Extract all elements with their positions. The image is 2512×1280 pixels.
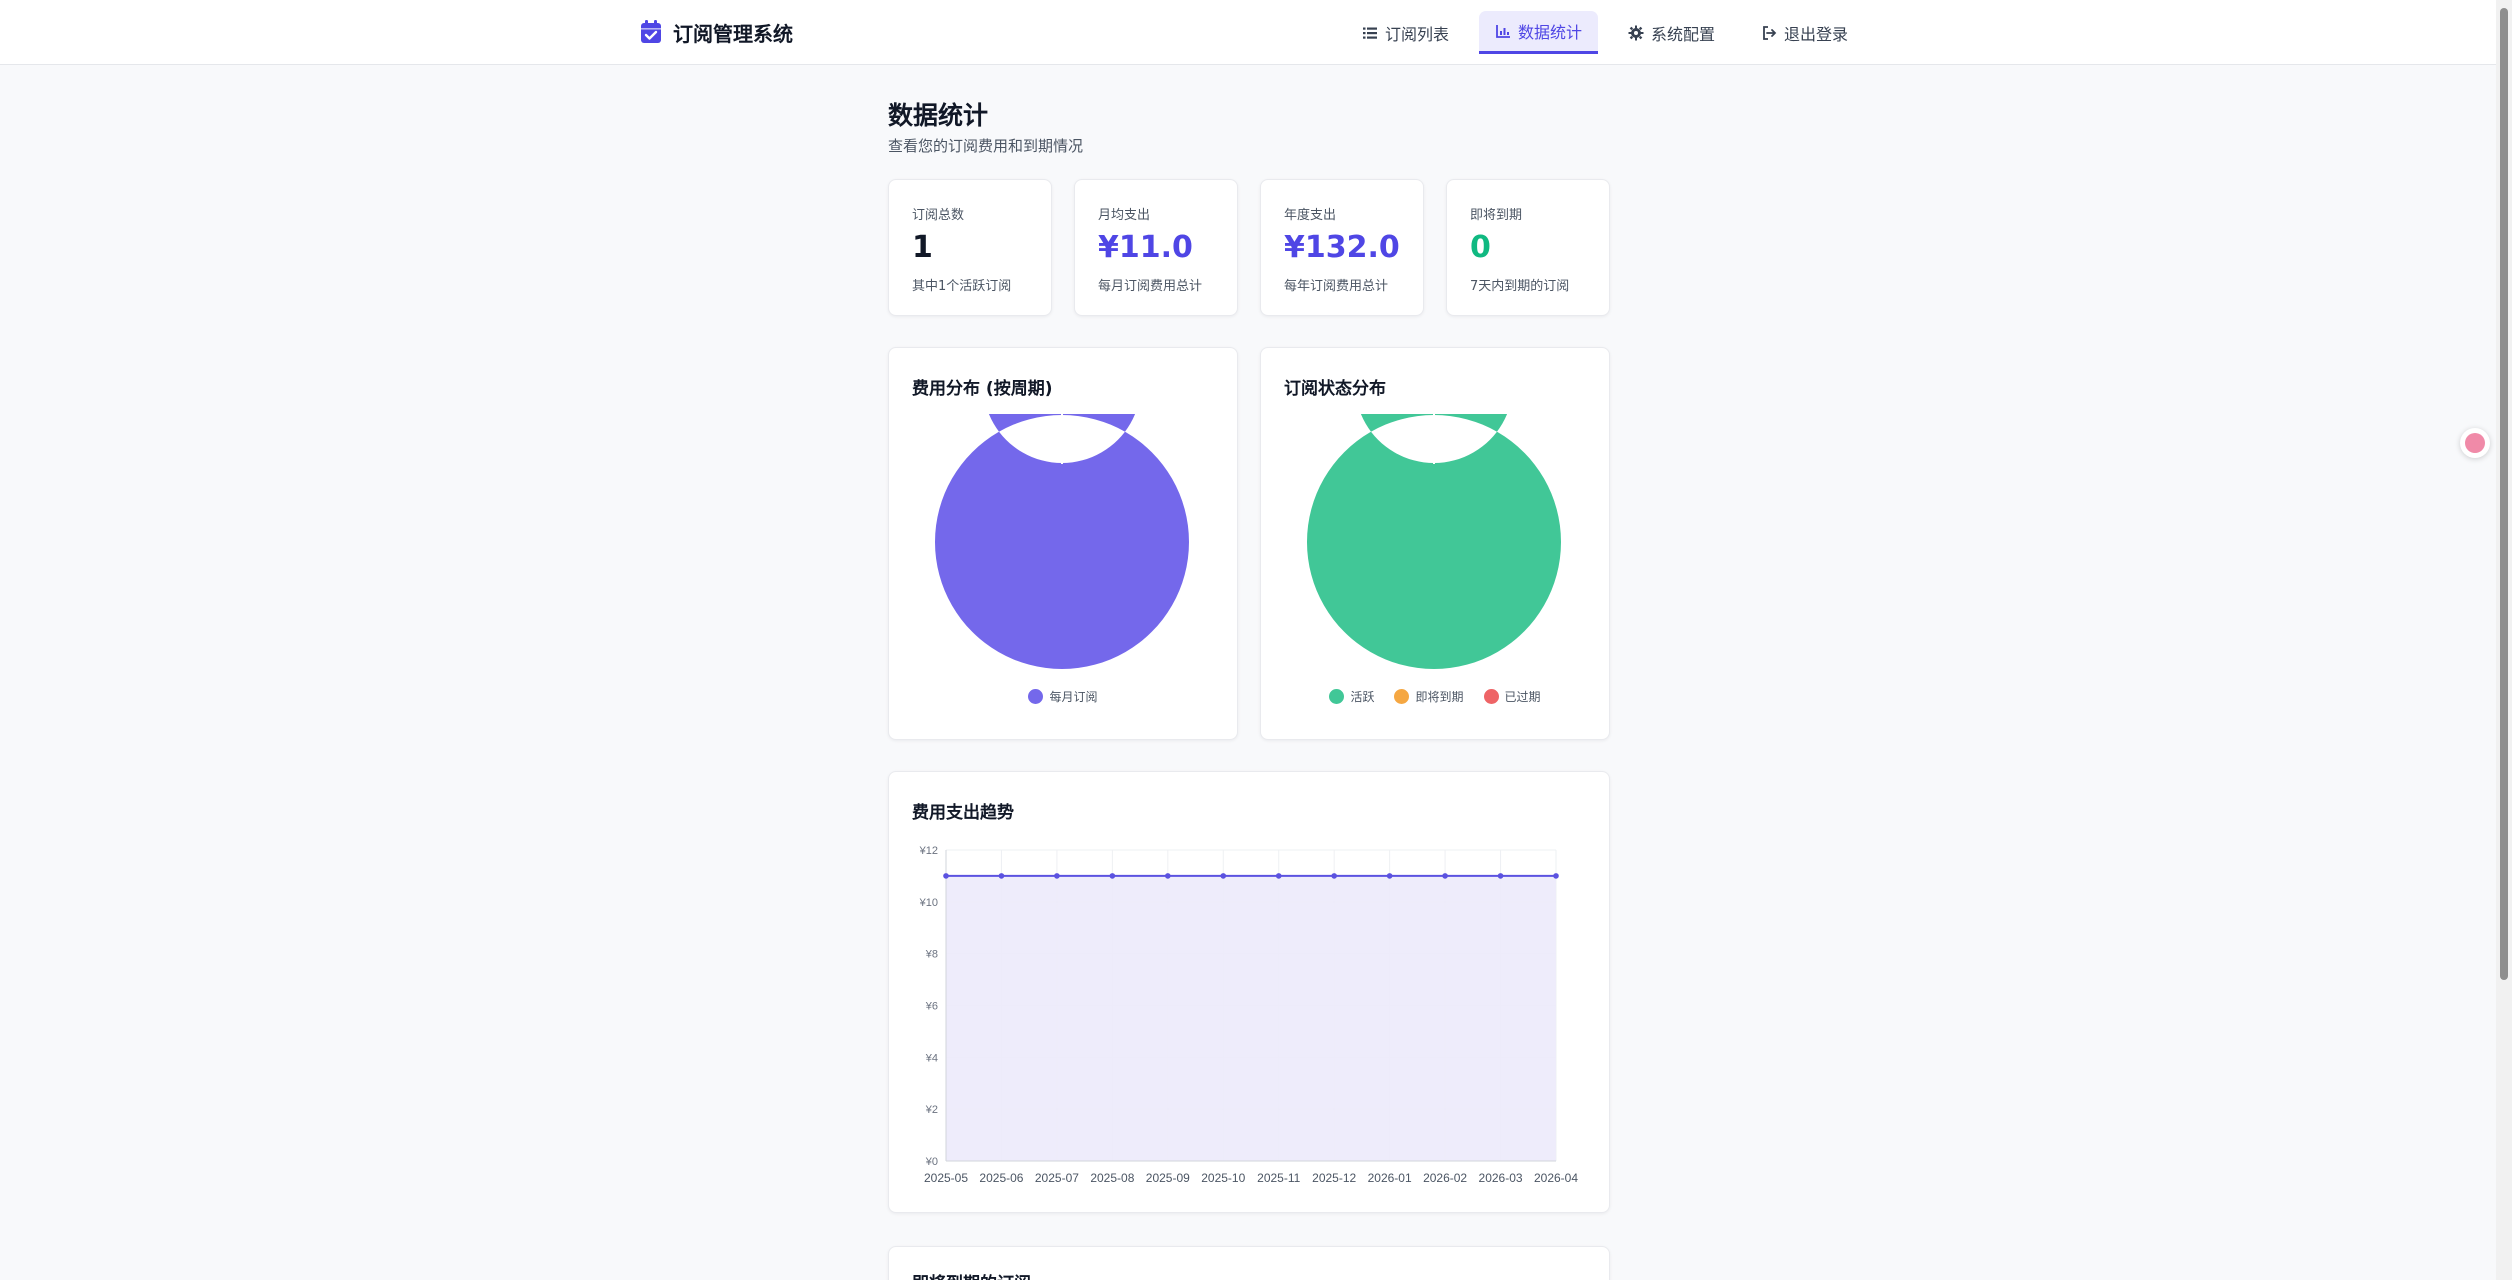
legend-swatch — [1483, 689, 1499, 704]
stat-desc: 每年订阅费用总计 — [1284, 279, 1389, 294]
legend-label: 活跃 — [1350, 690, 1375, 704]
y-tick-label: ¥4 — [925, 1052, 938, 1064]
legend-item[interactable]: 已过期 — [1483, 688, 1541, 705]
upcoming-card: 即将到期的订阅 — [888, 1246, 1610, 1280]
stat-card-monthly: 月均支出 ¥11.0 每月订阅费用总计 — [1074, 179, 1238, 316]
data-point-2025-05[interactable] — [943, 873, 949, 879]
x-tick-label: 2025-11 — [1257, 1171, 1300, 1185]
brand[interactable]: 订阅管理系统 — [639, 16, 793, 48]
stat-label: 年度支出 — [1284, 208, 1337, 223]
data-point-2025-12[interactable] — [1331, 873, 1337, 879]
stat-label: 月均支出 — [1098, 208, 1151, 223]
data-point-2026-04[interactable] — [1553, 873, 1559, 879]
calendar-check-icon — [641, 20, 661, 43]
stat-desc: 每月订阅费用总计 — [1098, 279, 1203, 294]
translate-icon — [2465, 433, 2485, 453]
cost-donut-chart — [935, 414, 1189, 669]
data-point-2025-07[interactable] — [1054, 873, 1060, 879]
y-tick-label: ¥0 — [925, 1156, 938, 1168]
status-donut-chart — [1307, 414, 1561, 669]
page-scrollbar[interactable] — [2496, 0, 2512, 1280]
legend-label: 已过期 — [1504, 690, 1541, 704]
legend-item[interactable]: 活跃 — [1329, 688, 1374, 705]
legend-swatch — [1028, 689, 1044, 704]
chart-legend: 每月订阅 — [889, 688, 1237, 705]
x-tick-label: 2025-12 — [1312, 1171, 1356, 1185]
chart-title: 订阅状态分布 — [1284, 379, 1386, 399]
nav-system-config[interactable]: 系统配置 — [1612, 11, 1731, 54]
stat-label: 订阅总数 — [912, 208, 965, 223]
chart-icon — [1496, 25, 1511, 38]
x-tick-label: 2025-05 — [924, 1171, 968, 1185]
legend-label: 每月订阅 — [1049, 690, 1098, 704]
area-fill — [946, 875, 1556, 1161]
x-tick-label: 2025-10 — [1201, 1171, 1245, 1185]
data-point-2025-10[interactable] — [1220, 873, 1227, 879]
nav-label: 系统配置 — [1651, 24, 1716, 44]
nav-label: 退出登录 — [1784, 24, 1849, 44]
stat-value: 0 — [1470, 230, 1491, 265]
chart-title: 费用分布 (按周期) — [912, 379, 1053, 399]
x-tick-label: 2025-09 — [1146, 1171, 1190, 1185]
main-nav: 订阅列表 数据统计 系统配置 退出登录 — [1346, 11, 1864, 54]
cost-distribution-card: 费用分布 (按周期) 每月订阅 — [888, 347, 1238, 740]
legend-swatch — [1394, 689, 1410, 704]
y-tick-label: ¥10 — [919, 897, 938, 909]
y-tick-label: ¥6 — [925, 1001, 938, 1013]
data-point-2026-02[interactable] — [1442, 873, 1448, 879]
stat-value: 1 — [912, 230, 933, 265]
nav-label: 数据统计 — [1518, 23, 1583, 42]
trend-card: 费用支出趋势 ¥0 ¥2 ¥4 ¥6 ¥8 ¥10 ¥12 2025-05 2025-06 202… — [888, 771, 1610, 1213]
y-tick-label: ¥2 — [925, 1104, 938, 1116]
list-icon — [1363, 27, 1377, 39]
stat-value: ¥132.0 — [1284, 230, 1400, 265]
y-tick-label: ¥12 — [919, 845, 938, 857]
chart-legend: 活跃 即将到期 已过期 — [1261, 688, 1609, 705]
x-tick-label: 2026-03 — [1479, 1171, 1523, 1185]
y-tick-label: ¥8 — [925, 949, 938, 961]
logout-icon — [1763, 25, 1777, 40]
data-point-2025-09[interactable] — [1165, 873, 1171, 879]
x-tick-label: 2026-02 — [1423, 1171, 1467, 1185]
stat-label: 即将到期 — [1470, 208, 1523, 223]
legend-label: 即将到期 — [1415, 690, 1464, 704]
data-point-2026-01[interactable] — [1386, 873, 1393, 879]
page-title: 数据统计 — [888, 101, 989, 130]
stat-card-expiring: 即将到期 0 7天内到期的订阅 — [1446, 179, 1610, 316]
stat-value: ¥11.0 — [1098, 230, 1193, 265]
data-point-2025-08[interactable] — [1109, 873, 1116, 879]
nav-label: 订阅列表 — [1385, 24, 1450, 44]
status-distribution-card: 订阅状态分布 活跃 即将到期 已过期 — [1260, 347, 1610, 740]
top-navbar: 订阅管理系统 订阅列表 数据统计 系统配置 退出登录 — [0, 0, 2496, 65]
stat-desc: 7天内到期的订阅 — [1470, 279, 1570, 294]
x-tick-label: 2025-07 — [1035, 1171, 1079, 1185]
stat-card-total: 订阅总数 1 其中1个活跃订阅 — [888, 179, 1052, 316]
scrollbar-thumb[interactable] — [2500, 8, 2508, 980]
x-tick-label: 2026-04 — [1534, 1171, 1578, 1185]
data-point-2025-11[interactable] — [1275, 873, 1282, 879]
section-title: 即将到期的订阅 — [912, 1269, 1031, 1280]
x-tick-label: 2026-01 — [1368, 1171, 1412, 1185]
nav-logout[interactable]: 退出登录 — [1745, 11, 1864, 54]
x-tick-label: 2025-06 — [979, 1171, 1023, 1185]
legend-item[interactable]: 每月订阅 — [1028, 688, 1098, 705]
stat-card-yearly: 年度支出 ¥132.0 每年订阅费用总计 — [1260, 179, 1424, 316]
stat-desc: 其中1个活跃订阅 — [912, 279, 1012, 294]
data-point-2026-03[interactable] — [1497, 873, 1504, 879]
app-title: 订阅管理系统 — [673, 21, 793, 46]
trend-line-chart: ¥0 ¥2 ¥4 ¥6 ¥8 ¥10 ¥12 2025-05 2025-06 2025-07 202… — [919, 845, 1579, 1185]
gear-icon — [1628, 25, 1644, 40]
translate-float-button[interactable] — [2460, 428, 2490, 458]
nav-statistics[interactable]: 数据统计 — [1479, 11, 1599, 54]
page-subtitle: 查看您的订阅费用和到期情况 — [888, 137, 1084, 155]
data-point-2025-06[interactable] — [998, 873, 1005, 879]
nav-subscription-list[interactable]: 订阅列表 — [1346, 11, 1465, 54]
x-tick-label: 2025-08 — [1090, 1171, 1134, 1185]
legend-item[interactable]: 即将到期 — [1394, 688, 1464, 705]
legend-swatch — [1329, 689, 1345, 704]
